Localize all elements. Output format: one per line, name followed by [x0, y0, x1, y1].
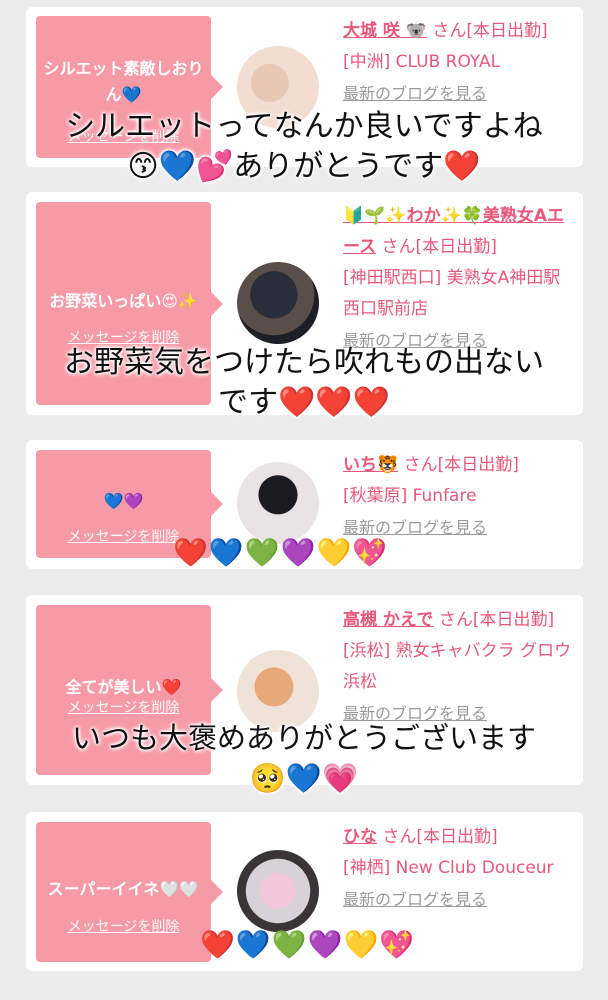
message-bubble: スーパーイイネ🤍🤍 メッセージを削除: [36, 822, 223, 962]
avatar[interactable]: [237, 462, 319, 544]
avatar[interactable]: [237, 262, 319, 344]
message-text: 💙💜: [103, 491, 144, 511]
delete-message-link[interactable]: メッセージを削除: [36, 327, 211, 347]
message-list-page: シルエット素敵しおりん💙 メッセージを削除 大城 咲 🐨 さん[本日出勤] [中…: [0, 0, 608, 1000]
cast-info: 高槻 かえで さん[本日出勤] [浜松] 熟女キャバクラ グロウ 浜松 最新のブ…: [343, 605, 575, 730]
attendance-status: さん[本日出勤]: [377, 827, 498, 847]
attendance-status: さん[本日出勤]: [433, 610, 555, 630]
cast-info: 🔰🌱✨わか✨🍀美熟女Aエース さん[本日出勤] [神田駅西口] 美熟女A神田駅西…: [343, 201, 575, 357]
latest-blog-link[interactable]: 最新のブログを見る: [343, 704, 487, 723]
message-card: 全てが美しい❤️ メッセージを削除 高槻 かえで さん[本日出勤] [浜松] 熟…: [26, 595, 583, 785]
message-text: お野菜いっぱい😍✨: [49, 290, 198, 310]
cast-name-link[interactable]: ひな: [343, 827, 377, 847]
shop-name: [中洲] CLUB ROYAL: [343, 52, 501, 72]
shop-name: [浜松] 熟女キャバクラ グロウ 浜松: [343, 641, 572, 692]
latest-blog-link[interactable]: 最新のブログを見る: [343, 84, 487, 103]
message-card: スーパーイイネ🤍🤍 メッセージを削除 ひな さん[本日出勤] [神栖] New …: [26, 812, 583, 971]
message-text: シルエット素敵しおりん💙: [43, 58, 204, 104]
message-card: シルエット素敵しおりん💙 メッセージを削除 大城 咲 🐨 さん[本日出勤] [中…: [26, 7, 583, 167]
attendance-status: さん[本日出勤]: [427, 21, 548, 41]
avatar[interactable]: [237, 650, 319, 732]
avatar[interactable]: [237, 46, 319, 128]
cast-info: ひな さん[本日出勤] [神栖] New Club Douceur 最新のブログ…: [343, 822, 575, 916]
message-bubble: シルエット素敵しおりん💙 メッセージを削除: [36, 16, 223, 158]
message-bubble: 💙💜 メッセージを削除: [36, 450, 223, 558]
message-bubble: お野菜いっぱい😍✨ メッセージを削除: [36, 202, 223, 405]
shop-name: [秋葉原] Funfare: [343, 486, 477, 506]
message-card: お野菜いっぱい😍✨ メッセージを削除 🔰🌱✨わか✨🍀美熟女Aエース さん[本日出…: [26, 192, 583, 415]
message-bubble: 全てが美しい❤️ メッセージを削除: [36, 605, 223, 775]
cast-info: いち🐯 さん[本日出勤] [秋葉原] Funfare 最新のブログを見る: [343, 450, 575, 544]
delete-message-link[interactable]: メッセージを削除: [36, 126, 211, 146]
delete-message-link[interactable]: メッセージを削除: [36, 526, 211, 546]
avatar[interactable]: [237, 850, 319, 932]
message-text: スーパーイイネ🤍🤍: [47, 879, 200, 899]
attendance-status: さん[本日出勤]: [376, 237, 497, 257]
latest-blog-link[interactable]: 最新のブログを見る: [343, 518, 487, 537]
cast-name-link[interactable]: 高槻 かえで: [343, 610, 433, 630]
latest-blog-link[interactable]: 最新のブログを見る: [343, 331, 487, 350]
cast-info: 大城 咲 🐨 さん[本日出勤] [中洲] CLUB ROYAL 最新のブログを見…: [343, 16, 575, 110]
message-card: 💙💜 メッセージを削除 いち🐯 さん[本日出勤] [秋葉原] Funfare 最…: [26, 440, 583, 569]
shop-name: [神田駅西口] 美熟女A神田駅西口駅前店: [343, 268, 561, 319]
delete-message-link[interactable]: メッセージを削除: [36, 697, 211, 717]
attendance-status: さん[本日出勤]: [398, 455, 519, 475]
delete-message-link[interactable]: メッセージを削除: [36, 916, 211, 936]
cast-name-link[interactable]: 大城 咲 🐨: [343, 21, 427, 41]
cast-name-link[interactable]: いち🐯: [343, 455, 398, 475]
latest-blog-link[interactable]: 最新のブログを見る: [343, 890, 487, 909]
shop-name: [神栖] New Club Douceur: [343, 858, 554, 878]
